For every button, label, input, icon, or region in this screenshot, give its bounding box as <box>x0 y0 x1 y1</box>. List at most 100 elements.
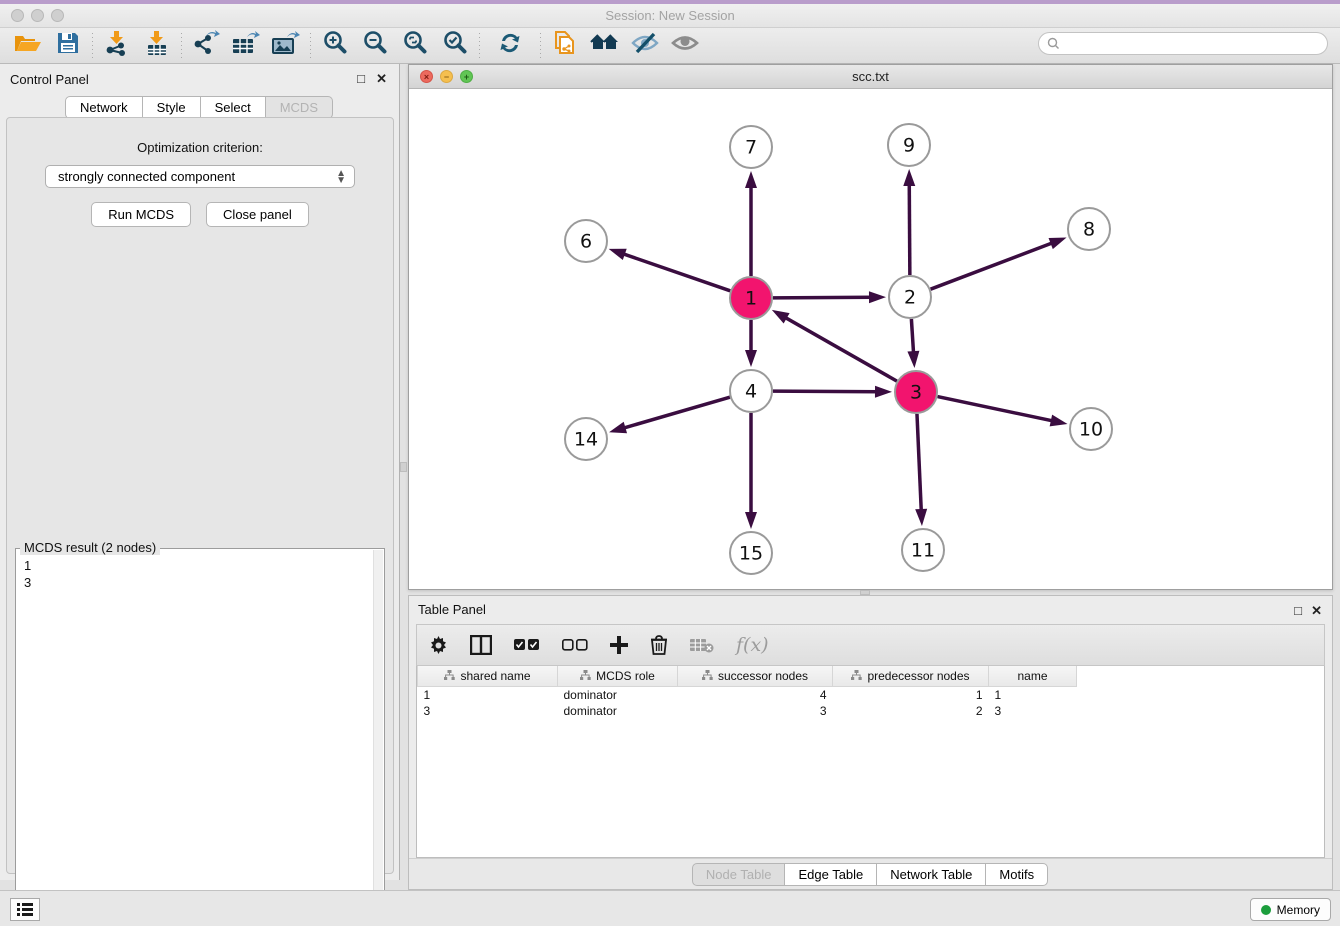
task-history-button[interactable] <box>10 898 40 921</box>
control-panel-tabs: NetworkStyleSelectMCDS <box>0 96 399 119</box>
export-image-button[interactable] <box>266 30 306 62</box>
close-panel-button[interactable]: Close panel <box>206 202 309 227</box>
table-cell[interactable]: 1 <box>418 686 558 703</box>
result-scrollbar[interactable] <box>373 550 383 914</box>
edge-2-8[interactable] <box>931 242 1055 289</box>
table-cell[interactable]: 1 <box>989 686 1077 703</box>
delete-table-button[interactable] <box>690 637 714 653</box>
add-column-button[interactable] <box>610 636 628 654</box>
show-eye-button[interactable] <box>665 30 705 62</box>
eye-icon <box>670 32 700 59</box>
toolbar-separator <box>181 33 182 59</box>
node-label: 1 <box>745 288 757 310</box>
save-floppy-icon <box>57 32 79 59</box>
edge-3-11[interactable] <box>917 414 921 513</box>
float-table-panel-icon[interactable]: □ <box>1294 603 1302 618</box>
hierarchy-icon <box>444 672 455 683</box>
table-panel: Table Panel □ ✕ <box>408 595 1333 890</box>
tab-style[interactable]: Style <box>142 96 201 119</box>
eye-slash-icon <box>630 32 660 59</box>
search-input[interactable] <box>1065 37 1319 51</box>
table-row[interactable]: 3dominator323 <box>418 703 1077 719</box>
zoom-out-button[interactable] <box>355 30 395 62</box>
zoom-in-button[interactable] <box>315 30 355 62</box>
table-cell[interactable]: 3 <box>418 703 558 719</box>
close-table-panel-icon[interactable]: ✕ <box>1311 603 1322 619</box>
tab-motifs[interactable]: Motifs <box>985 863 1048 886</box>
table-cell[interactable]: dominator <box>558 703 678 719</box>
edge-3-10[interactable] <box>938 397 1055 422</box>
tab-select[interactable]: Select <box>200 96 266 119</box>
column-header-MCDS-role[interactable]: MCDS role <box>558 666 678 686</box>
memory-button[interactable]: Memory <box>1250 898 1331 921</box>
edge-3-1[interactable] <box>783 316 897 381</box>
export-network-button[interactable] <box>186 30 226 62</box>
float-panel-icon[interactable]: □ <box>357 71 365 86</box>
deselect-all-columns-button[interactable] <box>562 639 588 652</box>
edge-arrowhead <box>907 351 919 368</box>
edge-arrowhead <box>609 422 627 434</box>
edge-1-2[interactable] <box>773 297 873 298</box>
vertical-splitter-handle[interactable] <box>400 462 407 472</box>
search-field[interactable] <box>1038 32 1328 55</box>
table-cell[interactable]: 2 <box>833 703 989 719</box>
edge-2-9[interactable] <box>909 182 910 275</box>
column-header-predecessor-nodes[interactable]: predecessor nodes <box>833 666 989 686</box>
node-table-grid: shared nameMCDS rolesuccessor nodesprede… <box>417 666 1077 719</box>
table-settings-button[interactable] <box>429 636 448 655</box>
network-window-titlebar[interactable]: × − + scc.txt <box>409 65 1332 89</box>
column-header-name[interactable]: name <box>989 666 1077 686</box>
table-row[interactable]: 1dominator411 <box>418 686 1077 703</box>
edge-arrowhead <box>915 509 927 526</box>
tab-network-table[interactable]: Network Table <box>876 863 986 886</box>
export-table-button[interactable] <box>226 30 266 62</box>
close-panel-icon[interactable]: ✕ <box>376 71 387 87</box>
optimization-criterion-select[interactable]: strongly connected component ▲▼ <box>45 165 355 188</box>
column-layout-button[interactable] <box>470 635 492 655</box>
save-session-button[interactable] <box>48 30 88 62</box>
edge-4-3[interactable] <box>773 391 879 392</box>
column-header-shared-name[interactable]: shared name <box>418 666 558 686</box>
tab-network[interactable]: Network <box>65 96 143 119</box>
tab-node-table[interactable]: Node Table <box>692 863 786 886</box>
edge-arrowhead <box>1049 238 1067 250</box>
table-cell[interactable]: 4 <box>678 686 833 703</box>
column-header-successor-nodes[interactable]: successor nodes <box>678 666 833 686</box>
zoom-selected-button[interactable] <box>435 30 475 62</box>
open-session-button[interactable] <box>8 30 48 62</box>
export-table-icon <box>231 30 261 61</box>
control-panel-title: Control Panel <box>10 72 89 87</box>
select-all-columns-button[interactable] <box>514 639 540 652</box>
edge-2-3[interactable] <box>911 319 913 355</box>
clone-network-button[interactable] <box>545 30 585 62</box>
import-table-button[interactable] <box>137 30 177 62</box>
zoom-fit-button[interactable] <box>395 30 435 62</box>
chevron-up-down-icon: ▲▼ <box>336 170 346 184</box>
import-network-button[interactable] <box>97 30 137 62</box>
edge-1-6[interactable] <box>621 253 730 291</box>
edge-4-14[interactable] <box>622 397 730 429</box>
toolbar-separator <box>92 33 93 59</box>
function-builder-button[interactable]: f(x) <box>736 634 769 656</box>
tab-mcds[interactable]: MCDS <box>265 96 333 119</box>
delete-column-button[interactable] <box>650 635 668 655</box>
refresh-view-button[interactable] <box>490 30 530 62</box>
table-panel-header: Table Panel □ ✕ <box>409 596 1332 622</box>
node-label: 2 <box>904 287 916 309</box>
show-all-button[interactable] <box>585 30 625 62</box>
table-cell[interactable]: 3 <box>989 703 1077 719</box>
mcds-result-title: MCDS result (2 nodes) <box>20 540 160 555</box>
table-cell[interactable]: 3 <box>678 703 833 719</box>
toolbar-separator <box>540 33 541 59</box>
run-mcds-button[interactable]: Run MCDS <box>91 202 191 227</box>
node-label: 3 <box>910 382 922 404</box>
export-network-icon <box>192 30 220 61</box>
toolbar-separator <box>479 33 480 59</box>
node-label: 11 <box>911 540 935 562</box>
open-folder-icon <box>14 32 42 59</box>
table-cell[interactable]: 1 <box>833 686 989 703</box>
network-canvas[interactable]: 7968124314101511 <box>409 89 1332 589</box>
table-cell[interactable]: dominator <box>558 686 678 703</box>
hide-selected-button[interactable] <box>625 30 665 62</box>
tab-edge-table[interactable]: Edge Table <box>784 863 877 886</box>
